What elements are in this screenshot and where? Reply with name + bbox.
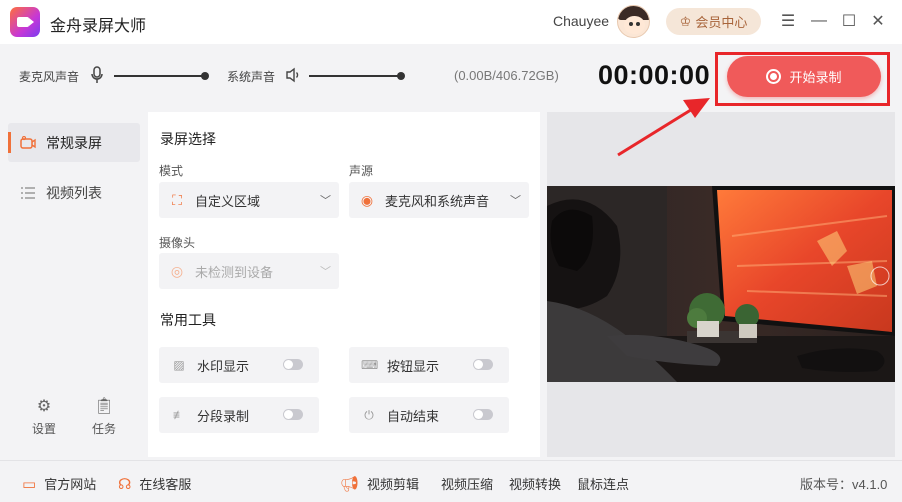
watermark-icon: ▨: [173, 358, 185, 372]
mode-select[interactable]: ⛶ 自定义区域 ﹀: [159, 182, 339, 218]
tool-label: 分段录制: [197, 408, 250, 424]
sidebar-item-regular-recording[interactable]: 常规录屏: [8, 123, 140, 162]
version-label: 版本号：v4.1.0: [800, 477, 888, 492]
sidebar-item-label: 视频列表: [46, 184, 102, 201]
avatar[interactable]: [617, 5, 650, 38]
camera-value: 未检测到设备: [195, 264, 274, 280]
tools-section-title: 常用工具: [160, 312, 216, 328]
mode-value: 自定义区域: [195, 193, 261, 209]
megaphone-icon: 📢︎: [340, 475, 360, 493]
region-icon: ⛶: [172, 191, 182, 208]
microphone-icon[interactable]: [90, 66, 104, 84]
title-bar: 金舟录屏大师 Chauyee ♔ 会员中心 ☰ — ☐ ✕: [0, 0, 902, 44]
preview-image: [547, 186, 895, 382]
menu-icon[interactable]: ☰: [777, 10, 799, 32]
recording-settings-panel: 录屏选择 模式 ⛶ 自定义区域 ﹀ 声源 ◉ 麦克风和系统声音 ﹀ 摄像头 ◎ …: [148, 112, 540, 457]
start-recording-label: 开始录制: [789, 70, 842, 85]
mic-volume-handle[interactable]: [201, 72, 209, 80]
camera-label: 摄像头: [159, 236, 196, 250]
audio-source-icon: ◉: [360, 191, 374, 208]
official-website-link[interactable]: ▭ 官方网站: [22, 474, 96, 493]
audio-source-label: 声源: [349, 164, 374, 178]
vip-center-label: 会员中心: [695, 15, 748, 30]
minimize-icon[interactable]: —: [808, 10, 830, 32]
chevron-down-icon: ﹀: [510, 195, 521, 207]
segment-recording-toggle-row[interactable]: ≢ 分段录制: [159, 397, 319, 433]
audio-source-value: 麦克风和系统声音: [385, 193, 490, 209]
auto-stop-toggle-row[interactable]: ⏻ 自动结束: [349, 397, 509, 433]
tool-label: 水印显示: [197, 358, 250, 374]
record-icon: [766, 69, 782, 84]
clipboard-icon: 📋︎: [93, 398, 115, 415]
sidebar-item-label: 常规录屏: [46, 134, 102, 151]
crown-icon: ♔: [679, 13, 692, 29]
video-edit-label: 视频剪辑: [367, 477, 420, 492]
storage-usage: (0.00B/406.72GB): [454, 68, 559, 83]
mic-volume-label: 麦克风声音: [19, 70, 80, 84]
watermark-toggle-row[interactable]: ▨ 水印显示: [159, 347, 319, 383]
monitor-icon: ▭: [22, 475, 37, 493]
system-volume-slider[interactable]: [309, 75, 401, 77]
chevron-down-icon: ﹀: [320, 195, 331, 207]
settings-label: 设置: [31, 422, 56, 436]
list-icon: [21, 186, 35, 199]
footer-bar: ▭ 官方网站 ☊ 在线客服 📢︎ 视频剪辑 视频压缩 视频转换 鼠标连点 版本号…: [0, 460, 902, 502]
segment-recording-toggle[interactable]: [283, 409, 303, 420]
chevron-down-icon: ﹀: [320, 266, 331, 278]
camera-select[interactable]: ◎ 未检测到设备 ﹀: [159, 253, 339, 289]
username[interactable]: Chauyee: [553, 13, 609, 29]
auto-stop-toggle[interactable]: [473, 409, 493, 420]
tasks-label: 任务: [91, 422, 116, 436]
camera-icon: [20, 135, 36, 149]
mouse-clicker-link[interactable]: 鼠标连点: [577, 474, 629, 493]
video-convert-link[interactable]: 视频转换: [509, 474, 561, 493]
watermark-toggle[interactable]: [283, 359, 303, 370]
key-display-toggle[interactable]: [473, 359, 493, 370]
tool-label: 按钮显示: [387, 358, 440, 374]
audio-source-select[interactable]: ◉ 麦克风和系统声音 ﹀: [349, 182, 529, 218]
sidebar-item-video-list[interactable]: 视频列表: [8, 173, 140, 212]
keyboard-icon: ⌨: [361, 358, 379, 372]
system-volume-handle[interactable]: [397, 72, 405, 80]
app-logo-icon: [10, 7, 40, 37]
audio-toolbar: 麦克风声音 系统声音 (0.00B/406.72GB) 00:00:00 开始录…: [0, 44, 902, 110]
sidebar: 常规录屏 视频列表 ⚙ 设置 📋︎ 任务: [0, 112, 146, 457]
video-compress-label: 视频压缩: [441, 477, 494, 492]
power-icon: ⏻: [364, 407, 374, 422]
segment-icon: ≢: [173, 408, 185, 422]
mode-label: 模式: [159, 164, 184, 178]
recording-timer: 00:00:00: [598, 60, 711, 90]
preview-area: [547, 112, 895, 457]
online-support-label: 在线客服: [139, 477, 192, 492]
official-website-label: 官方网站: [44, 477, 97, 492]
tasks-button[interactable]: 📋︎ 任务: [84, 396, 124, 437]
start-recording-button[interactable]: 开始录制: [727, 56, 881, 97]
system-volume-label: 系统声音: [227, 70, 276, 84]
headset-icon: ☊: [118, 475, 132, 493]
tool-label: 自动结束: [387, 408, 440, 424]
vip-center-button[interactable]: ♔ 会员中心: [666, 8, 761, 35]
video-edit-link[interactable]: 📢︎ 视频剪辑: [340, 474, 419, 493]
maximize-icon[interactable]: ☐: [838, 10, 860, 32]
gear-icon: ⚙: [36, 398, 52, 415]
settings-button[interactable]: ⚙ 设置: [24, 396, 64, 437]
webcam-icon: ◎: [170, 262, 184, 279]
close-icon[interactable]: ✕: [867, 10, 889, 32]
mic-volume-slider[interactable]: [114, 75, 206, 77]
app-title: 金舟录屏大师: [50, 18, 147, 35]
video-convert-label: 视频转换: [509, 477, 562, 492]
speaker-icon[interactable]: [285, 67, 301, 83]
mouse-clicker-label: 鼠标连点: [577, 477, 630, 492]
online-support-link[interactable]: ☊ 在线客服: [118, 474, 191, 493]
record-section-title: 录屏选择: [160, 131, 216, 147]
video-compress-link[interactable]: 视频压缩: [441, 474, 493, 493]
key-display-toggle-row[interactable]: ⌨ 按钮显示: [349, 347, 509, 383]
